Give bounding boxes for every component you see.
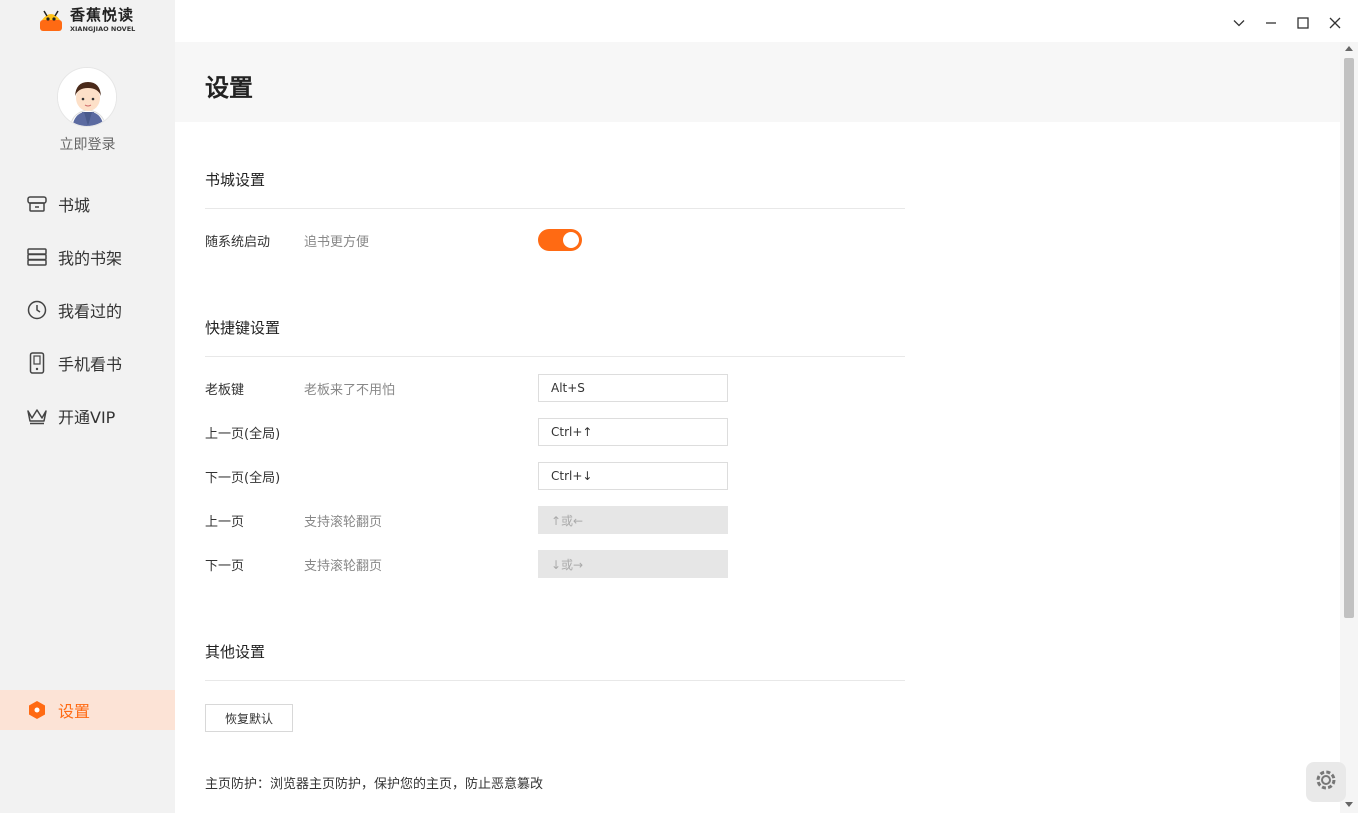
shortcut-desc: 支持滚轮翻页 xyxy=(304,558,383,574)
shortcut-label: 老板键 xyxy=(205,382,245,398)
page-title: 设置 xyxy=(205,74,253,102)
shortcut-desc: 老板来了不用怕 xyxy=(304,382,396,398)
divider xyxy=(205,208,905,209)
chevron-down-icon[interactable] xyxy=(1230,10,1248,36)
sidebar-item-bookshelf[interactable]: 我的书架 xyxy=(0,230,175,283)
shortcut-row-prev: 上一页 支持滚轮翻页 ↑或← xyxy=(205,506,905,534)
shortcut-row-next-global: 下一页(全局) Ctrl+↓ xyxy=(205,462,905,490)
sidebar-item-label: 开通VIP xyxy=(58,407,116,427)
divider xyxy=(205,680,905,681)
section-title-bookstore: 书城设置 xyxy=(205,171,266,189)
scrollbar[interactable] xyxy=(1340,42,1358,813)
scroll-up-arrow-icon[interactable] xyxy=(1345,46,1353,51)
section-title-other: 其他设置 xyxy=(205,643,266,661)
shortcut-label: 下一页(全局) xyxy=(205,470,281,486)
sidebar-item-mobile[interactable]: 手机看书 xyxy=(0,336,175,389)
prev-page-global-input[interactable]: Ctrl+↑ xyxy=(538,418,728,446)
shortcut-row-boss-key: 老板键 老板来了不用怕 Alt+S xyxy=(205,374,905,402)
sidebar-item-label: 手机看书 xyxy=(58,354,123,374)
prev-page-input: ↑或← xyxy=(538,506,728,534)
sidebar-item-label: 书城 xyxy=(58,195,91,215)
shortcut-desc: 支持滚轮翻页 xyxy=(304,514,383,530)
bookstore-icon xyxy=(26,193,48,215)
sidebar-item-settings[interactable]: 设置 xyxy=(0,690,175,730)
scroll-thumb[interactable] xyxy=(1344,58,1354,618)
shortcut-label: 上一页 xyxy=(205,514,245,530)
scroll-down-arrow-icon[interactable] xyxy=(1345,802,1353,807)
homepage-protection-text: 主页防护：浏览器主页防护，保护您的主页，防止恶意篡改 xyxy=(205,777,544,792)
bookshelf-icon xyxy=(26,246,48,268)
minimize-icon[interactable] xyxy=(1262,10,1280,36)
history-clock-icon xyxy=(26,299,48,321)
mobile-phone-icon xyxy=(26,351,48,374)
logo-subtitle: XIANGJIAO NOVEL xyxy=(70,25,136,33)
login-link[interactable]: 立即登录 xyxy=(0,134,175,154)
setting-row-autostart: 随系统启动 追书更方便 xyxy=(205,229,905,251)
settings-hexagon-icon xyxy=(26,699,48,721)
maximize-icon[interactable] xyxy=(1294,10,1312,36)
avatar[interactable] xyxy=(57,67,117,127)
shortcut-label: 上一页(全局) xyxy=(205,426,281,442)
next-page-global-input[interactable]: Ctrl+↓ xyxy=(538,462,728,490)
sidebar-nav: 书城 我的书架 我看过的 手机看书 开通VIP xyxy=(0,177,175,442)
logo-title: 香蕉悦读 xyxy=(70,6,135,24)
section-title-shortcuts: 快捷键设置 xyxy=(205,319,281,337)
sidebar-item-bookstore[interactable]: 书城 xyxy=(0,177,175,230)
sidebar-item-label: 设置 xyxy=(58,702,91,721)
autostart-label: 随系统启动 xyxy=(205,234,271,250)
gear-icon xyxy=(1313,767,1339,797)
sidebar: 香蕉悦读 XIANGJIAO NOVEL 立即登录 书城 我的书架 我看过的 手… xyxy=(0,0,175,813)
shortcut-label: 下一页 xyxy=(205,558,245,574)
sidebar-item-label: 我的书架 xyxy=(58,248,123,268)
next-page-input: ↓或→ xyxy=(538,550,728,578)
sidebar-item-history[interactable]: 我看过的 xyxy=(0,283,175,336)
app-logo: 香蕉悦读 XIANGJIAO NOVEL xyxy=(38,8,135,33)
floating-settings-button[interactable] xyxy=(1306,762,1346,802)
autostart-toggle[interactable] xyxy=(538,229,582,251)
shortcut-row-prev-global: 上一页(全局) Ctrl+↑ xyxy=(205,418,905,446)
crown-icon xyxy=(26,405,48,427)
shortcut-row-next: 下一页 支持滚轮翻页 ↓或→ xyxy=(205,550,905,578)
sidebar-item-vip[interactable]: 开通VIP xyxy=(0,389,175,442)
page-header: 设置 xyxy=(175,42,1340,122)
reset-default-button[interactable]: 恢复默认 xyxy=(205,704,293,732)
autostart-desc: 追书更方便 xyxy=(304,234,370,250)
sidebar-item-label: 我看过的 xyxy=(58,301,123,321)
boss-key-input[interactable]: Alt+S xyxy=(538,374,728,402)
banana-logo-icon xyxy=(38,8,64,32)
close-icon[interactable] xyxy=(1326,10,1344,36)
divider xyxy=(205,356,905,357)
window-controls xyxy=(1230,10,1344,36)
